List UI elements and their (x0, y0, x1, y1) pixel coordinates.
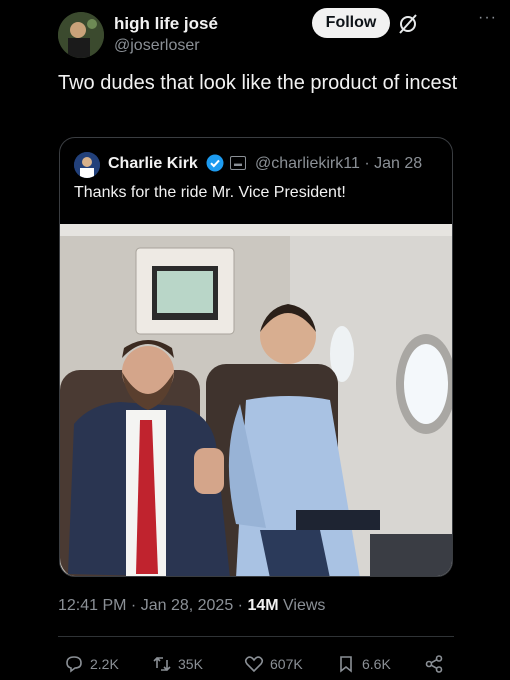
views-label: Views (278, 597, 326, 614)
quoted-post-photo[interactable] (60, 224, 452, 576)
quoted-post-text: Thanks for the ride Mr. Vice President! (74, 184, 346, 201)
follow-button[interactable]: Follow (312, 8, 390, 38)
reply-count: 2.2K (90, 656, 119, 672)
bookmark-button[interactable]: 6.6K (336, 652, 391, 676)
bookmark-icon (340, 656, 352, 673)
quoted-author-name[interactable]: Charlie Kirk (108, 155, 198, 173)
like-count: 607K (270, 656, 303, 672)
post-header: high life josé @joserloser Follow ··· (58, 6, 510, 58)
repost-button[interactable]: 35K (152, 652, 203, 676)
like-button[interactable]: 607K (244, 652, 303, 676)
action-bar: 2.2K 35K 607K 6.6K (58, 652, 458, 676)
post-timestamp[interactable]: 12:41 PM · Jan 28, 2025 · (58, 597, 247, 614)
quoted-author-handle-date[interactable]: @charliekirk11 · Jan 28 (255, 155, 422, 173)
reply-button[interactable]: 2.2K (64, 652, 119, 676)
bookmark-count: 6.6K (362, 656, 391, 672)
repost-count: 35K (178, 656, 203, 672)
author-name[interactable]: high life josé (114, 14, 218, 34)
quoted-author-avatar[interactable] (74, 152, 100, 178)
grok-icon[interactable] (396, 12, 420, 36)
post-meta: 12:41 PM · Jan 28, 2025 · 14M Views (58, 597, 325, 615)
author-handle[interactable]: @joserloser (114, 37, 200, 55)
quoted-post[interactable]: Charlie Kirk ▬ @charliekirk11 · Jan 28 T… (59, 137, 453, 577)
post-text: Two dudes that look like the product of … (58, 72, 458, 94)
repost-icon (153, 656, 171, 672)
author-avatar[interactable] (58, 12, 104, 58)
share-button[interactable] (424, 652, 450, 676)
views-count: 14M (247, 597, 279, 614)
more-options-icon[interactable]: ··· (478, 10, 502, 34)
affiliation-badge-icon: ▬ (230, 156, 246, 170)
reply-icon (66, 656, 82, 673)
heart-icon (244, 656, 264, 673)
verified-badge-icon (206, 154, 224, 172)
divider (58, 636, 454, 637)
share-icon (425, 655, 443, 673)
